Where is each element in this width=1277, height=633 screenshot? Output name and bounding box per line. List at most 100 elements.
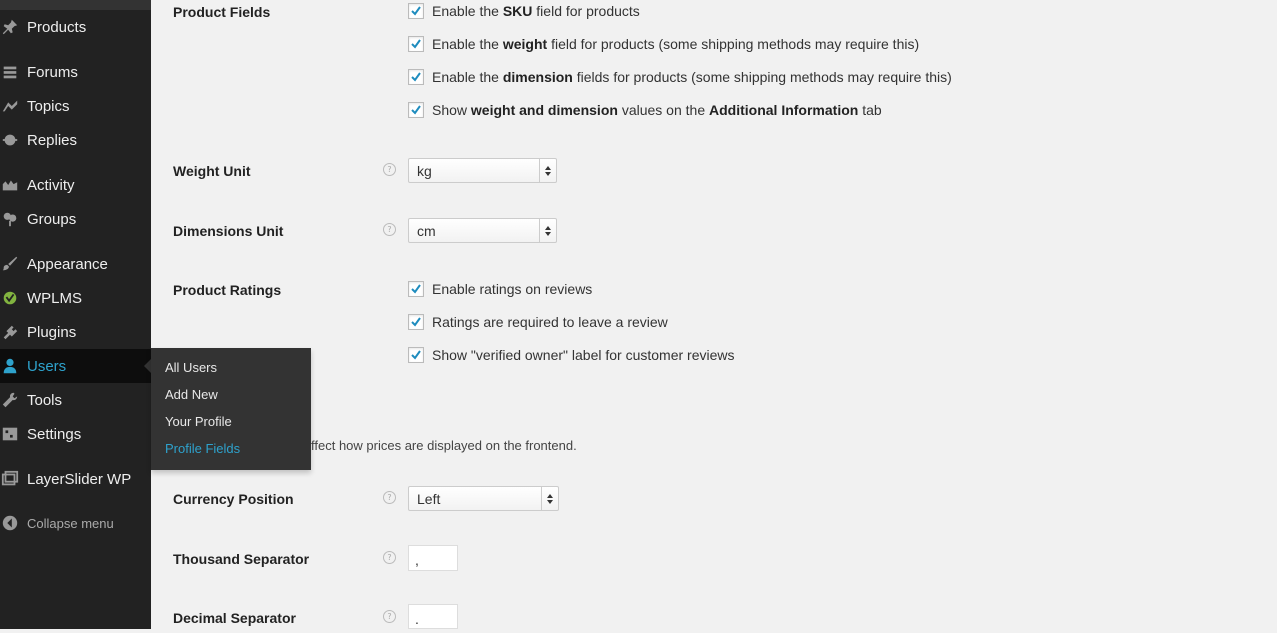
select-value: cm <box>417 222 436 239</box>
sidebar-item-label: Products <box>27 18 87 36</box>
sidebar-item-forums[interactable]: Forums <box>0 55 151 89</box>
collapse-arrow-icon <box>0 513 20 533</box>
checkbox-show-weight-dimension[interactable] <box>408 102 424 118</box>
pricing-options-description: ffect how prices are displayed on the fr… <box>311 438 577 453</box>
option-enable-ratings[interactable]: Enable ratings on reviews <box>408 281 592 297</box>
sidebar-item-appearance[interactable]: Appearance <box>0 247 151 281</box>
plug-icon <box>0 322 20 342</box>
checkbox-enable-weight[interactable] <box>408 36 424 52</box>
sidebar-item-label: Users <box>27 357 67 375</box>
option-text: Show "verified owner" label for customer… <box>432 347 735 363</box>
sidebar-item-label: Groups <box>27 210 77 228</box>
checkbox-ratings-required[interactable] <box>408 314 424 330</box>
help-icon[interactable]: ? <box>383 223 396 236</box>
submenu-item-profile-fields[interactable]: Profile Fields <box>165 439 240 459</box>
sidebar-item-topics[interactable]: Topics <box>0 89 151 123</box>
forums-icon <box>0 62 20 82</box>
check-icon <box>411 72 421 82</box>
check-icon <box>411 6 421 16</box>
currency-position-select[interactable]: Left <box>408 486 559 511</box>
sidebar-item-label: Activity <box>27 176 75 194</box>
check-icon <box>411 350 421 360</box>
currency-position-label: Currency Position <box>173 491 294 507</box>
select-arrows-icon <box>539 219 556 242</box>
sidebar-item-products[interactable]: Products <box>0 10 151 44</box>
collapse-menu-button[interactable]: Collapse menu <box>0 506 151 540</box>
option-ratings-required[interactable]: Ratings are required to leave a review <box>408 314 668 330</box>
help-icon[interactable]: ? <box>383 491 396 504</box>
check-icon <box>411 105 421 115</box>
checkbox-enable-dimension[interactable] <box>408 69 424 85</box>
sidebar-item-settings[interactable]: Settings <box>0 417 151 451</box>
weight-unit-select[interactable]: kg <box>408 158 557 183</box>
sidebar-item-label: Replies <box>27 131 78 149</box>
product-ratings-label: Product Ratings <box>173 282 282 298</box>
sidebar-item-activity[interactable]: Activity <box>0 168 151 202</box>
help-icon[interactable]: ? <box>383 610 396 623</box>
settings-icon <box>0 424 20 444</box>
sidebar-item-label: LayerSlider WP <box>27 470 132 488</box>
dimensions-unit-select[interactable]: cm <box>408 218 557 243</box>
option-text: Show weight and dimension values on the … <box>432 102 882 118</box>
help-icon[interactable]: ? <box>383 163 396 176</box>
sidebar-item-layerslider[interactable]: LayerSlider WP <box>0 462 151 496</box>
pin-icon <box>0 17 20 37</box>
submenu-item-your-profile[interactable]: Your Profile <box>165 412 232 432</box>
select-value: kg <box>417 162 432 179</box>
sidebar-item-users[interactable]: Users <box>0 349 151 383</box>
thousand-separator-input[interactable]: , <box>408 545 458 571</box>
option-enable-dimension[interactable]: Enable the dimension fields for products… <box>408 69 952 85</box>
topics-icon <box>0 96 20 116</box>
sidebar-item-label: Plugins <box>27 323 77 341</box>
option-enable-sku[interactable]: Enable the SKU field for products <box>408 3 640 19</box>
sidebar-item-plugins[interactable]: Plugins <box>0 315 151 349</box>
sidebar-item-label: Forums <box>27 63 78 81</box>
replies-icon <box>0 130 20 150</box>
submenu-item-add-new[interactable]: Add New <box>165 385 218 405</box>
activity-icon <box>0 175 20 195</box>
product-fields-label: Product Fields <box>173 4 271 20</box>
sidebar-item-label: Topics <box>27 97 70 115</box>
sidebar-item-label: Settings <box>27 425 82 443</box>
check-icon <box>411 317 421 327</box>
select-arrows-icon <box>541 487 558 510</box>
collapse-menu-label: Collapse menu <box>27 515 114 531</box>
sidebar-item-replies[interactable]: Replies <box>0 123 151 157</box>
weight-unit-label: Weight Unit <box>173 163 251 179</box>
check-icon <box>411 284 421 294</box>
sidebar-top-strip <box>0 0 151 10</box>
users-submenu: All Users Add New Your Profile Profile F… <box>151 348 311 470</box>
option-text: Ratings are required to leave a review <box>432 314 668 330</box>
checkbox-enable-sku[interactable] <box>408 3 424 19</box>
decimal-separator-label: Decimal Separator <box>173 610 296 626</box>
submenu-pointer <box>144 359 151 373</box>
admin-sidebar: Products Forums Topics Replies Activity … <box>0 0 151 629</box>
sidebar-item-label: Tools <box>27 391 63 409</box>
layers-icon <box>0 469 20 489</box>
checkbox-verified-owner[interactable] <box>408 347 424 363</box>
wrench-icon <box>0 390 20 410</box>
option-text: Enable the weight field for products (so… <box>432 36 920 52</box>
option-enable-weight[interactable]: Enable the weight field for products (so… <box>408 36 919 52</box>
select-arrows-icon <box>539 159 556 182</box>
thousand-separator-label: Thousand Separator <box>173 551 310 567</box>
select-value: Left <box>417 490 441 507</box>
sidebar-item-wplms[interactable]: WPLMS <box>0 281 151 315</box>
sidebar-item-label: Appearance <box>27 255 108 273</box>
decimal-separator-input[interactable]: . <box>408 604 458 629</box>
submenu-item-all-users[interactable]: All Users <box>165 358 217 378</box>
wplms-icon <box>0 288 20 308</box>
help-icon[interactable]: ? <box>383 551 396 564</box>
option-show-weight-dimension[interactable]: Show weight and dimension values on the … <box>408 102 882 118</box>
option-text: Enable ratings on reviews <box>432 281 593 297</box>
checkbox-enable-ratings[interactable] <box>408 281 424 297</box>
user-icon <box>0 356 20 376</box>
groups-icon <box>0 209 20 229</box>
option-text: Enable the dimension fields for products… <box>432 69 952 85</box>
brush-icon <box>0 254 20 274</box>
sidebar-item-tools[interactable]: Tools <box>0 383 151 417</box>
option-text: Enable the SKU field for products <box>432 3 640 19</box>
sidebar-item-groups[interactable]: Groups <box>0 202 151 236</box>
dimensions-unit-label: Dimensions Unit <box>173 223 284 239</box>
option-verified-owner[interactable]: Show "verified owner" label for customer… <box>408 347 735 363</box>
